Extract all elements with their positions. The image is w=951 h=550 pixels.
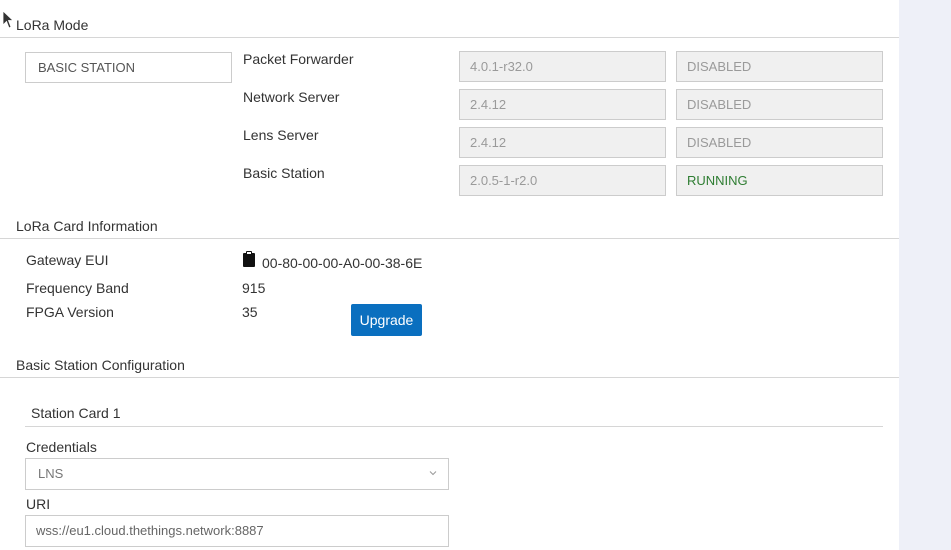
basic-station-config-title: Basic Station Configuration <box>16 357 185 373</box>
lora-mode-value: BASIC STATION <box>25 52 232 83</box>
service-version-basic-station: 2.0.5-1-r2.0 <box>459 165 666 196</box>
upgrade-button[interactable]: Upgrade <box>351 304 422 336</box>
station-card-title: Station Card 1 <box>31 405 121 421</box>
uri-input[interactable]: wss://eu1.cloud.thethings.network:8887 <box>25 515 449 547</box>
service-status-lens-server: DISABLED <box>676 127 883 158</box>
credentials-selected-value: LNS <box>38 466 64 481</box>
gateway-eui-label: Gateway EUI <box>26 252 109 268</box>
service-name-packet-forwarder: Packet Forwarder <box>243 51 354 67</box>
service-name-basic-station: Basic Station <box>243 165 325 181</box>
frequency-band-label: Frequency Band <box>26 280 129 296</box>
card-divider <box>25 426 883 427</box>
credentials-select[interactable]: LNS <box>25 458 449 490</box>
mouse-cursor-icon <box>2 10 14 29</box>
service-name-lens-server: Lens Server <box>243 127 319 143</box>
fpga-version-label: FPGA Version <box>26 304 114 320</box>
frequency-band-value: 915 <box>242 280 266 296</box>
clipboard-icon[interactable] <box>243 251 255 267</box>
section-divider <box>0 238 899 239</box>
service-version-packet-forwarder: 4.0.1-r32.0 <box>459 51 666 82</box>
chevron-down-icon <box>429 471 437 476</box>
card-info-title: LoRa Card Information <box>16 218 158 234</box>
uri-label: URI <box>26 496 51 512</box>
lora-mode-title: LoRa Mode <box>16 17 89 33</box>
service-status-packet-forwarder: DISABLED <box>676 51 883 82</box>
service-version-network-server: 2.4.12 <box>459 89 666 120</box>
fpga-version-value: 35 <box>242 304 258 320</box>
service-name-network-server: Network Server <box>243 89 340 105</box>
service-version-lens-server: 2.4.12 <box>459 127 666 158</box>
section-divider <box>0 37 899 38</box>
service-status-network-server: DISABLED <box>676 89 883 120</box>
right-side-panel <box>899 0 951 550</box>
gateway-eui-value: 00-80-00-00-A0-00-38-6E <box>262 255 423 271</box>
section-divider <box>0 377 899 378</box>
service-status-basic-station: RUNNING <box>676 165 883 196</box>
credentials-label: Credentials <box>26 439 97 455</box>
